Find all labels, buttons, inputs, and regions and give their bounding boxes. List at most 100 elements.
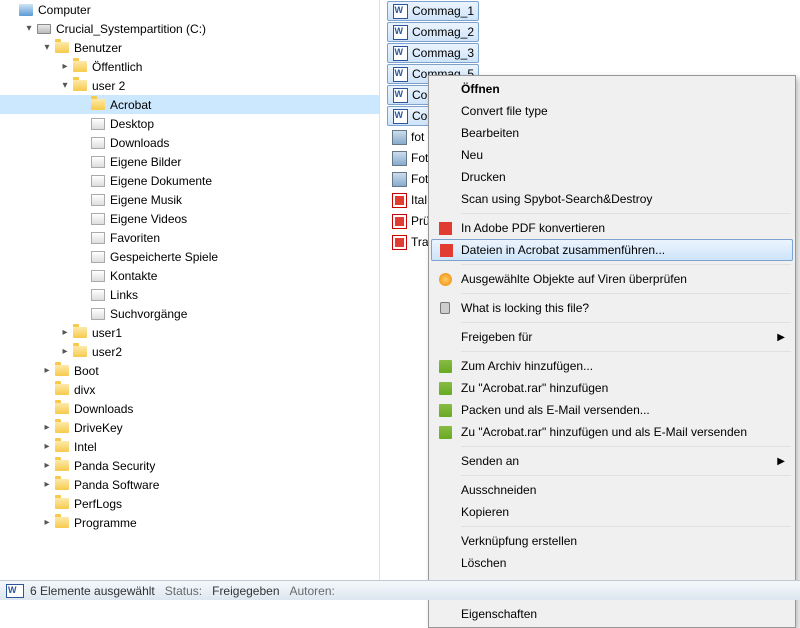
tree-item[interactable]: Suchvorgänge	[0, 304, 379, 323]
tree-item[interactable]: Eigene Musik	[0, 190, 379, 209]
expand-toggle[interactable]: ▾	[40, 42, 54, 53]
tree-label: Eigene Videos	[110, 212, 187, 226]
menu-separator	[461, 293, 791, 294]
tree-item[interactable]: ▾Crucial_Systempartition (C:)	[0, 19, 379, 38]
menu-item[interactable]: Drucken	[431, 166, 793, 188]
status-label: Status:	[165, 584, 202, 598]
menu-item[interactable]: Zum Archiv hinzufügen...	[431, 355, 793, 377]
tree-label: Downloads	[74, 402, 133, 416]
expand-toggle[interactable]: ▸	[40, 422, 54, 433]
menu-label: Packen und als E-Mail versenden...	[461, 403, 650, 417]
menu-item[interactable]: Bearbeiten	[431, 122, 793, 144]
menu-item[interactable]: Eigenschaften	[431, 603, 793, 625]
drive-icon	[36, 21, 52, 37]
tree-item[interactable]: ▸Intel	[0, 437, 379, 456]
tree-item[interactable]: PerfLogs	[0, 494, 379, 513]
tree-item[interactable]: ▸Öffentlich	[0, 57, 379, 76]
menu-item[interactable]: Freigeben für▶	[431, 326, 793, 348]
menu-item[interactable]: Ausschneiden	[431, 479, 793, 501]
rar-icon	[437, 380, 453, 396]
expand-toggle[interactable]: ▸	[40, 365, 54, 376]
av-icon	[437, 271, 453, 287]
tree-item[interactable]: Eigene Dokumente	[0, 171, 379, 190]
tree-item[interactable]: Gespeicherte Spiele	[0, 247, 379, 266]
tree-item[interactable]: Downloads	[0, 133, 379, 152]
folder-tree-pane[interactable]: Computer▾Crucial_Systempartition (C:)▾Be…	[0, 0, 380, 580]
file-item[interactable]: Ital	[387, 190, 431, 210]
folder-icon	[72, 325, 88, 341]
menu-label: Ausgewählte Objekte auf Viren überprüfen	[461, 272, 687, 286]
tree-item[interactable]: ▾Benutzer	[0, 38, 379, 57]
tree-label: Suchvorgänge	[110, 307, 187, 321]
file-label: Co	[412, 88, 427, 102]
menu-item[interactable]: Dateien in Acrobat zusammenführen...	[431, 239, 793, 261]
file-item[interactable]: fot	[387, 127, 428, 147]
expand-toggle[interactable]: ▾	[58, 80, 72, 91]
menu-item[interactable]: Verknüpfung erstellen	[431, 530, 793, 552]
menu-item[interactable]: Convert file type	[431, 100, 793, 122]
tree-item[interactable]: Computer	[0, 0, 379, 19]
tree-label: Gespeicherte Spiele	[110, 250, 218, 264]
tree-item[interactable]: divx	[0, 380, 379, 399]
folder-icon	[54, 439, 70, 455]
expand-toggle[interactable]: ▾	[22, 23, 36, 34]
expand-toggle[interactable]: ▸	[58, 327, 72, 338]
expand-toggle[interactable]: ▸	[58, 346, 72, 357]
tree-item[interactable]: Kontakte	[0, 266, 379, 285]
file-item[interactable]: Tra	[387, 232, 433, 252]
pdf-icon	[391, 192, 407, 208]
menu-item[interactable]: Zu "Acrobat.rar" hinzufügen	[431, 377, 793, 399]
tree-item[interactable]: ▸user1	[0, 323, 379, 342]
tree-item[interactable]: Eigene Bilder	[0, 152, 379, 171]
expand-toggle[interactable]: ▸	[40, 479, 54, 490]
file-item[interactable]: Fot	[387, 169, 432, 189]
img-icon	[391, 171, 407, 187]
tree-item[interactable]: ▸Panda Software	[0, 475, 379, 494]
expand-toggle[interactable]: ▸	[58, 61, 72, 72]
menu-item[interactable]: Ausgewählte Objekte auf Viren überprüfen	[431, 268, 793, 290]
tree-item[interactable]: Desktop	[0, 114, 379, 133]
tree-item[interactable]: ▸DriveKey	[0, 418, 379, 437]
context-menu: Öffnen Convert file type BearbeitenNeuDruc…	[428, 75, 796, 628]
menu-item[interactable]: Kopieren	[431, 501, 793, 523]
menu-item[interactable]: Neu	[431, 144, 793, 166]
tree-item[interactable]: Eigene Videos	[0, 209, 379, 228]
file-item[interactable]: Commag_2	[387, 22, 479, 42]
tree-label: Boot	[74, 364, 99, 378]
tree-item[interactable]: ▸Panda Security	[0, 456, 379, 475]
expand-toggle[interactable]: ▸	[40, 517, 54, 528]
file-label: Commag_2	[412, 25, 474, 39]
menu-item[interactable]: Scan using Spybot-Search&Destroy	[431, 188, 793, 210]
menu-label: Convert file type	[461, 104, 548, 118]
tree-item[interactable]: Links	[0, 285, 379, 304]
menu-item[interactable]: Zu "Acrobat.rar" hinzufügen und als E-Ma…	[431, 421, 793, 443]
tree-item[interactable]: ▾user 2	[0, 76, 379, 95]
file-item[interactable]: Co	[387, 85, 432, 105]
sp-icon	[90, 135, 106, 151]
tree-item[interactable]: Downloads	[0, 399, 379, 418]
menu-item[interactable]: In Adobe PDF konvertieren	[431, 217, 793, 239]
file-item[interactable]: Commag_3	[387, 43, 479, 63]
menu-item[interactable]: What is locking this file?	[431, 297, 793, 319]
expand-toggle[interactable]: ▸	[40, 460, 54, 471]
tree-item[interactable]: Acrobat	[0, 95, 379, 114]
file-item[interactable]: Commag_1	[387, 1, 479, 21]
sp-icon	[90, 268, 106, 284]
rar-icon	[437, 424, 453, 440]
file-item[interactable]: Co	[387, 106, 432, 126]
menu-item[interactable]: Löschen	[431, 552, 793, 574]
menu-item[interactable]: Öffnen	[431, 78, 793, 100]
menu-item[interactable]: Packen und als E-Mail versenden...	[431, 399, 793, 421]
tree-item[interactable]: ▸user2	[0, 342, 379, 361]
tree-item[interactable]: Favoriten	[0, 228, 379, 247]
tree-item[interactable]: ▸Programme	[0, 513, 379, 532]
expand-toggle[interactable]: ▸	[40, 441, 54, 452]
folder-icon	[54, 477, 70, 493]
file-item[interactable]: Fot	[387, 148, 432, 168]
tree-item[interactable]: ▸ Boot	[0, 361, 379, 380]
file-item[interactable]: Prü	[387, 211, 434, 231]
folder-icon	[90, 97, 106, 113]
folder-icon	[54, 496, 70, 512]
sp-icon	[90, 116, 106, 132]
menu-item[interactable]: Senden an▶	[431, 450, 793, 472]
